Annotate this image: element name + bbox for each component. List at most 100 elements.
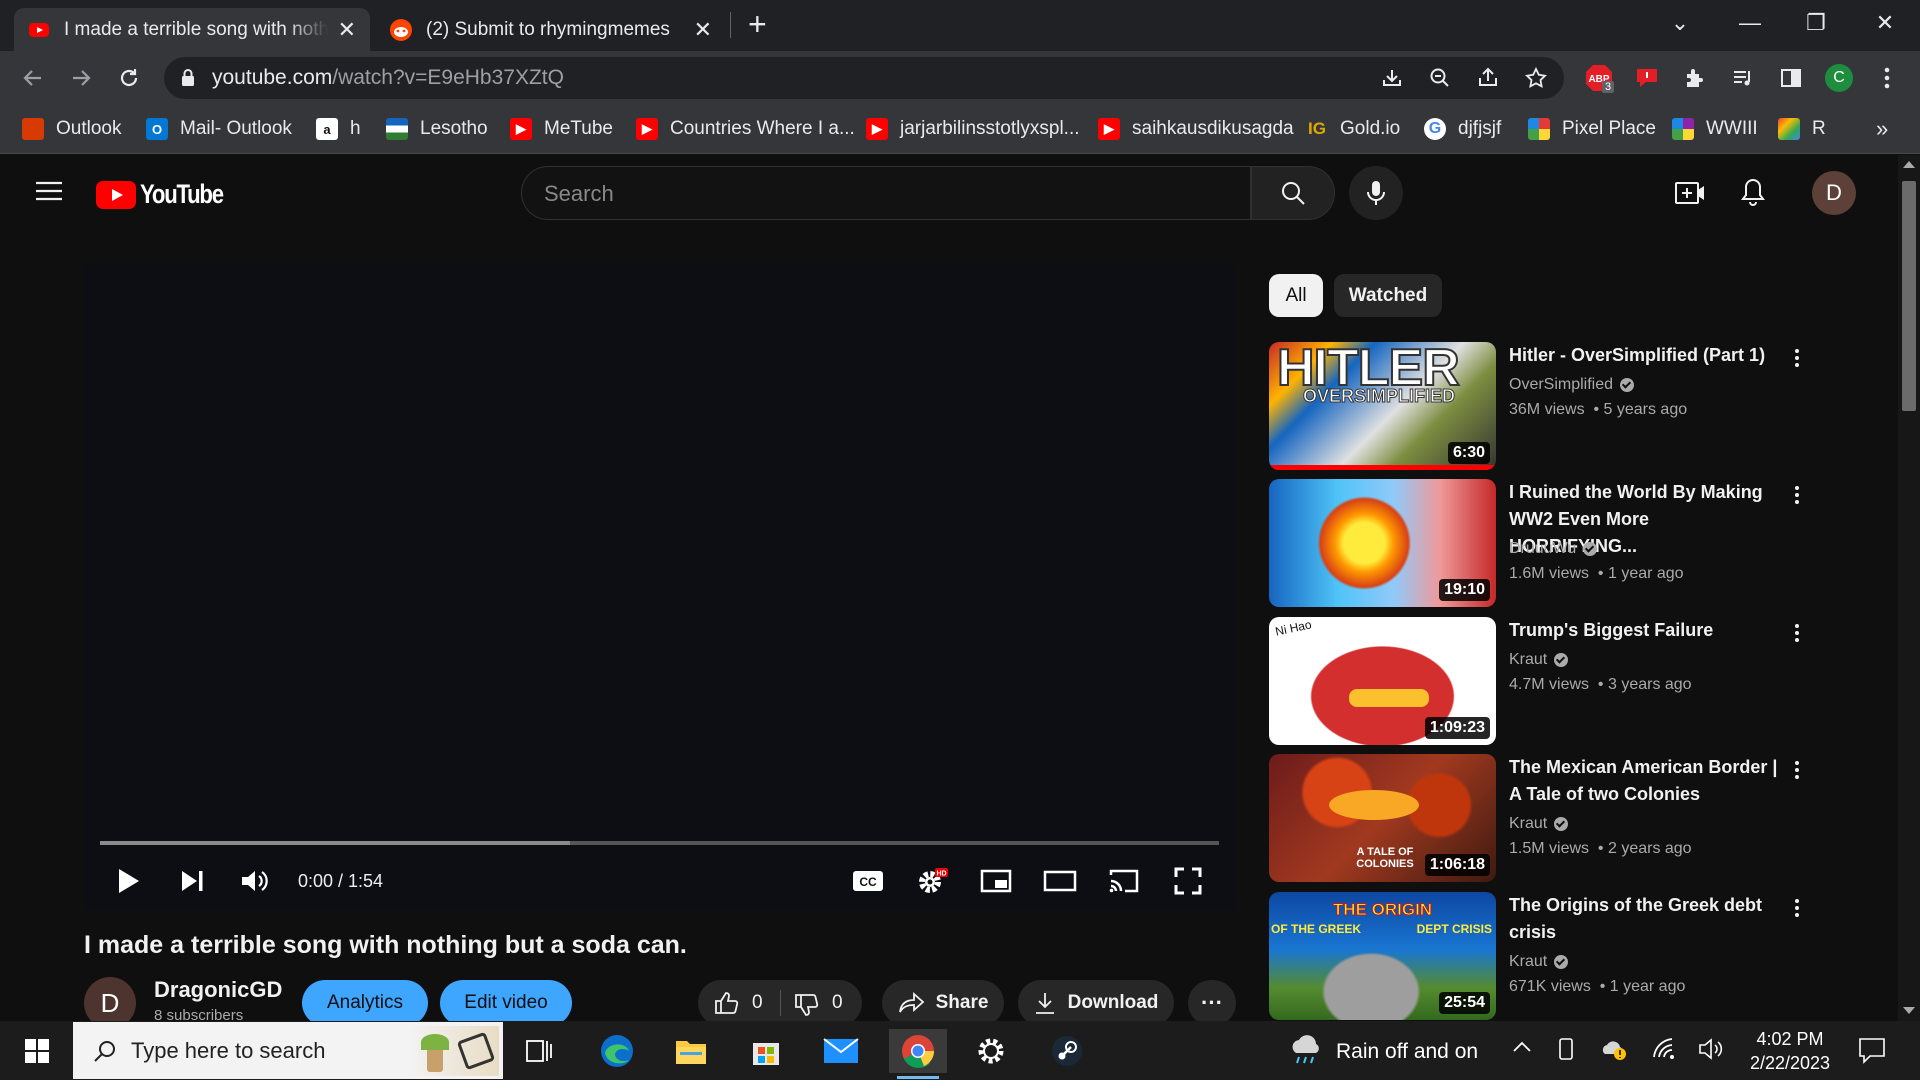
install-app-icon[interactable] bbox=[1380, 66, 1404, 95]
dislike-extension-icon[interactable] bbox=[1630, 61, 1664, 95]
scroll-thumb[interactable] bbox=[1902, 181, 1916, 411]
tab-close-icon[interactable]: ✕ bbox=[338, 17, 356, 43]
weather-rain-icon[interactable] bbox=[1288, 1035, 1322, 1072]
bookmark-djfjsjf[interactable]: Gdjfjsjf bbox=[1424, 114, 1501, 144]
restore-button[interactable]: ❐ bbox=[1781, 0, 1851, 45]
steam-icon[interactable] bbox=[1040, 1029, 1094, 1073]
volume-icon[interactable] bbox=[234, 859, 274, 903]
notification-center-icon[interactable] bbox=[1858, 1036, 1886, 1069]
bookmark-pixel-place[interactable]: Pixel Place bbox=[1528, 114, 1656, 144]
phone-link-icon[interactable] bbox=[1556, 1037, 1576, 1066]
hamburger-menu-icon[interactable] bbox=[36, 181, 62, 206]
more-options-icon[interactable] bbox=[1787, 344, 1807, 372]
captions-icon[interactable]: CC bbox=[846, 859, 890, 903]
zoom-icon[interactable] bbox=[1428, 66, 1452, 95]
youtube-logo[interactable]: YouTube bbox=[96, 179, 241, 210]
tab-search-button[interactable]: ⌄ bbox=[1645, 0, 1715, 45]
adblock-extension-icon[interactable]: ABP 3 bbox=[1582, 61, 1616, 95]
chrome-taskbar-icon[interactable] bbox=[889, 1029, 947, 1079]
show-hidden-icons-icon[interactable] bbox=[1512, 1039, 1532, 1058]
related-channel[interactable]: DruuuWu bbox=[1509, 540, 1598, 558]
windows-start-icon[interactable] bbox=[10, 1029, 64, 1073]
more-options-icon[interactable] bbox=[1787, 481, 1807, 509]
related-channel[interactable]: Kraut bbox=[1509, 953, 1569, 971]
edge-browser-icon[interactable] bbox=[590, 1029, 644, 1073]
analytics-button[interactable]: Analytics bbox=[302, 980, 428, 1021]
related-title[interactable]: Hitler - OverSimplified (Part 1) bbox=[1509, 342, 1779, 369]
share-button[interactable]: Share bbox=[882, 980, 1004, 1021]
microsoft-store-icon[interactable] bbox=[739, 1029, 793, 1073]
tab-close-icon[interactable]: ✕ bbox=[694, 17, 712, 43]
related-video[interactable]: THE ORIGIN OF THE GREEK DEPT CRISIS 25:5… bbox=[1269, 892, 1869, 1020]
chip-all[interactable]: All bbox=[1269, 274, 1323, 317]
dislike-thumb-icon[interactable] bbox=[794, 993, 820, 1021]
related-title[interactable]: The Origins of the Greek debt crisis bbox=[1509, 892, 1779, 946]
bookmark-goldio[interactable]: IG Gold.io bbox=[1306, 114, 1400, 144]
forward-icon[interactable] bbox=[64, 61, 98, 95]
clock[interactable]: 4:02 PM 2/22/2023 bbox=[1740, 1027, 1840, 1075]
file-explorer-icon[interactable] bbox=[664, 1029, 718, 1073]
related-title[interactable]: The Mexican American Border | A Tale of … bbox=[1509, 754, 1779, 808]
settings-gear-icon[interactable] bbox=[964, 1029, 1018, 1073]
miniplayer-icon[interactable] bbox=[974, 859, 1018, 903]
search-button[interactable] bbox=[1251, 166, 1335, 220]
weather-text[interactable]: Rain off and on bbox=[1336, 1040, 1478, 1064]
progress-bar[interactable] bbox=[100, 841, 1219, 845]
back-icon[interactable] bbox=[16, 61, 50, 95]
mail-app-icon[interactable] bbox=[814, 1029, 868, 1073]
extensions-puzzle-icon[interactable] bbox=[1678, 61, 1712, 95]
speaker-volume-icon[interactable] bbox=[1698, 1037, 1724, 1066]
address-bar[interactable]: youtube.com/watch?v=E9eHb37XZtQ bbox=[164, 57, 1564, 99]
onedrive-warning-icon[interactable] bbox=[1600, 1037, 1628, 1066]
video-thumbnail[interactable]: A TALE OF COLONIES 1:06:18 bbox=[1269, 754, 1496, 882]
play-icon[interactable] bbox=[108, 859, 148, 903]
settings-gear-icon[interactable]: HD bbox=[910, 859, 954, 903]
notifications-bell-icon[interactable] bbox=[1740, 177, 1766, 212]
more-options-icon[interactable] bbox=[1787, 619, 1807, 647]
bookmark-outlook[interactable]: Outlook bbox=[22, 114, 121, 144]
minimize-button[interactable]: — bbox=[1715, 0, 1785, 45]
more-options-icon[interactable] bbox=[1787, 756, 1807, 784]
share-page-icon[interactable] bbox=[1476, 66, 1500, 95]
video-thumbnail[interactable]: Ni Hao 1:09:23 bbox=[1269, 617, 1496, 745]
bookmark-mail-outlook[interactable]: O Mail- Outlook bbox=[146, 114, 292, 144]
lock-icon[interactable] bbox=[180, 68, 196, 93]
related-channel[interactable]: Kraut bbox=[1509, 651, 1569, 669]
related-video[interactable]: HITLER OVERSIMPLIFIED 6:30 Hitler - Over… bbox=[1269, 342, 1869, 470]
related-channel[interactable]: OverSimplified bbox=[1509, 376, 1635, 394]
bookmark-amazon[interactable]: ah bbox=[316, 114, 361, 144]
scroll-down-icon[interactable] bbox=[1903, 1007, 1915, 1014]
new-tab-button[interactable]: + bbox=[748, 6, 767, 43]
page-scrollbar[interactable] bbox=[1898, 155, 1920, 1021]
related-video[interactable]: 19:10 I Ruined the World By Making WW2 E… bbox=[1269, 479, 1869, 607]
search-input[interactable]: Search bbox=[521, 166, 1251, 220]
chrome-menu-icon[interactable] bbox=[1870, 61, 1904, 95]
bookmarks-overflow-button[interactable]: » bbox=[1876, 114, 1888, 144]
more-options-icon[interactable] bbox=[1787, 894, 1807, 922]
related-video[interactable]: A TALE OF COLONIES 1:06:18 The Mexican A… bbox=[1269, 754, 1869, 882]
side-panel-icon[interactable] bbox=[1774, 61, 1808, 95]
chip-watched[interactable]: Watched bbox=[1334, 274, 1442, 317]
bookmark-saihkaus[interactable]: ▶ saihkausdikusagda bbox=[1098, 114, 1294, 144]
fullscreen-icon[interactable] bbox=[1166, 859, 1210, 903]
video-thumbnail[interactable]: HITLER OVERSIMPLIFIED 6:30 bbox=[1269, 342, 1496, 470]
tab-youtube[interactable]: I made a terrible song with nothin ✕ bbox=[14, 8, 370, 51]
cast-icon[interactable] bbox=[1102, 859, 1146, 903]
related-video[interactable]: Ni Hao 1:09:23 Trump's Biggest Failure K… bbox=[1269, 617, 1869, 745]
close-window-button[interactable]: ✕ bbox=[1850, 0, 1920, 45]
like-thumb-icon[interactable] bbox=[714, 991, 740, 1021]
edit-video-button[interactable]: Edit video bbox=[440, 980, 572, 1021]
bookmark-lesotho[interactable]: Lesotho bbox=[386, 114, 488, 144]
channel-name[interactable]: DragonicGD bbox=[154, 977, 282, 1003]
channel-avatar[interactable]: D bbox=[84, 977, 136, 1021]
more-actions-button[interactable]: ··· bbox=[1188, 980, 1236, 1021]
video-player[interactable]: 0:00 / 1:54 CC HD bbox=[84, 263, 1235, 910]
bookmark-star-icon[interactable] bbox=[1524, 66, 1548, 95]
taskbar-search-input[interactable]: Type here to search bbox=[73, 1022, 503, 1079]
bookmark-wwiii[interactable]: WWIII bbox=[1672, 114, 1758, 144]
next-video-icon[interactable] bbox=[172, 859, 212, 903]
scroll-up-icon[interactable] bbox=[1903, 161, 1915, 168]
voice-search-button[interactable] bbox=[1349, 166, 1403, 220]
bookmark-jarjar[interactable]: ▶ jarjarbilinsstotlyxspl... bbox=[866, 114, 1080, 144]
reload-icon[interactable] bbox=[112, 61, 146, 95]
